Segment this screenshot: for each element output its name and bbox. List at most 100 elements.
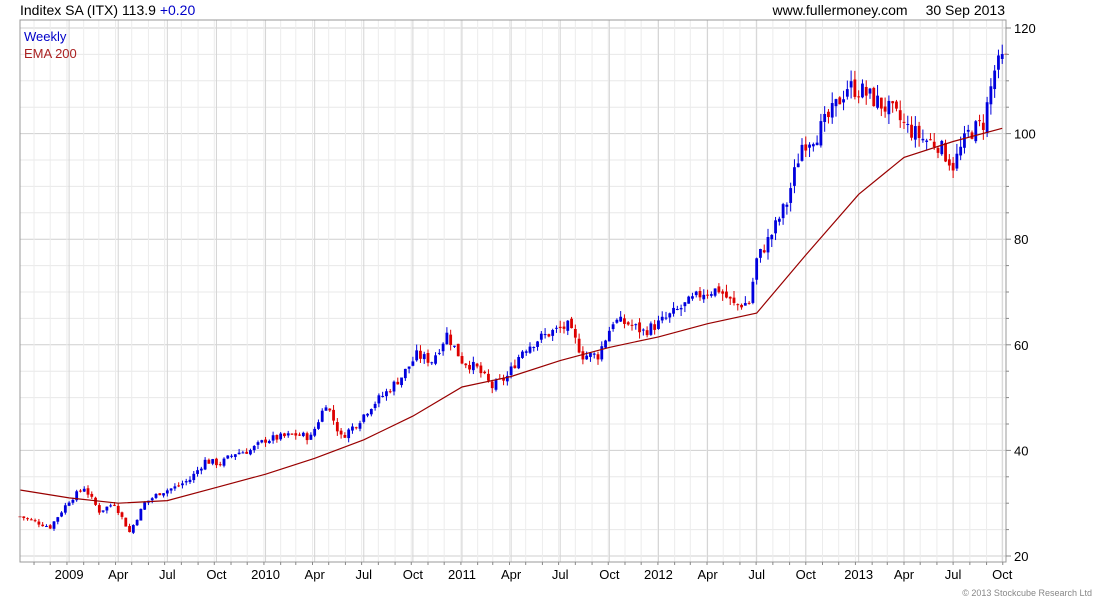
candle-body [702, 294, 706, 300]
candle-body [475, 363, 479, 367]
candle-body [944, 142, 947, 162]
candle-body [222, 458, 226, 466]
candle-body [279, 433, 283, 440]
candle-body [879, 97, 883, 109]
candle-body [936, 147, 940, 153]
candle-body [181, 483, 184, 486]
candle-body [691, 296, 694, 299]
candle-body [781, 204, 785, 219]
candle-body [698, 291, 702, 298]
candle-body [460, 356, 464, 364]
candle-body [910, 124, 913, 138]
candle-body [887, 100, 891, 115]
candle-body [33, 520, 37, 522]
candle-body [672, 307, 675, 314]
candle-body [260, 440, 264, 443]
candle-body [740, 304, 743, 308]
candle-body [483, 371, 487, 374]
candle-body [392, 381, 396, 392]
candle-body [804, 144, 808, 151]
candle-body [41, 524, 45, 527]
candle-body [67, 502, 71, 506]
candle-body [951, 162, 955, 171]
candle-body [864, 86, 868, 96]
x-tick-label: Oct [403, 567, 424, 582]
candle-body [509, 366, 513, 376]
candle-body [249, 450, 252, 455]
candle-body [913, 126, 917, 140]
candle-body [354, 427, 358, 429]
candle-body [657, 320, 660, 329]
candle-body [369, 408, 373, 415]
candle-body [101, 510, 105, 512]
candle-body [668, 313, 672, 318]
candle-body [619, 316, 623, 322]
candle-body [743, 303, 747, 306]
candle-body [925, 140, 929, 142]
candle-body [543, 334, 547, 336]
candle-body [849, 81, 853, 88]
candle-body [811, 144, 815, 147]
candle-body [22, 516, 26, 519]
candle-body [607, 330, 611, 342]
candle-body [981, 122, 985, 130]
candle-body [853, 79, 857, 97]
candle-body [332, 409, 335, 421]
candle-body [226, 455, 230, 459]
candle-body [267, 440, 271, 444]
candle-body [26, 518, 29, 520]
candle-body [917, 125, 921, 139]
candle-body [562, 326, 566, 329]
candle-body [105, 506, 109, 511]
candle-body [113, 504, 116, 506]
candle-body [626, 322, 630, 325]
candle-body [532, 346, 536, 348]
candle-body [169, 488, 173, 491]
candle-body [411, 361, 415, 366]
candle-body [615, 319, 619, 323]
candle-body [494, 380, 498, 390]
candle-body [131, 525, 135, 533]
candle-body [286, 433, 290, 436]
candle-body [52, 521, 56, 529]
candle-body [706, 294, 709, 296]
candle-body [97, 505, 101, 513]
candle-body [143, 502, 147, 510]
candle-body [932, 141, 936, 147]
candle-body [124, 517, 128, 527]
candle-body [823, 114, 827, 122]
candle-body [29, 519, 33, 521]
candle-body [275, 435, 279, 440]
x-tick-label: Apr [697, 567, 718, 582]
candle-body [294, 433, 298, 436]
candle-body [449, 334, 453, 345]
candle-body [426, 353, 430, 363]
candle-body [283, 433, 286, 437]
candle-body [471, 361, 475, 371]
candle-body [456, 343, 460, 357]
candle-body [215, 458, 218, 466]
candle-body [736, 304, 740, 306]
candle-body [577, 338, 581, 353]
candle-body [437, 352, 441, 354]
candle-body [301, 432, 305, 437]
candle-body [539, 333, 543, 340]
candle-body [857, 96, 861, 98]
candle-body [252, 446, 256, 451]
candle-body [947, 159, 951, 166]
candle-body [766, 237, 770, 253]
candle-body [755, 258, 759, 280]
legend-ema-200: EMA 200 [24, 46, 77, 61]
candle-body [445, 332, 449, 345]
candle-body [921, 138, 925, 141]
x-tick-label: 2009 [55, 567, 84, 582]
candle-body [362, 414, 366, 422]
candle-body [940, 140, 944, 155]
candle-body [139, 508, 143, 521]
legend-weekly: Weekly [24, 29, 67, 44]
candle-body [558, 326, 562, 329]
candle-body [796, 163, 800, 168]
candle-body [381, 395, 385, 397]
copyright-notice: © 2013 Stockcube Research Ltd [962, 588, 1092, 598]
candle-body [604, 340, 607, 348]
